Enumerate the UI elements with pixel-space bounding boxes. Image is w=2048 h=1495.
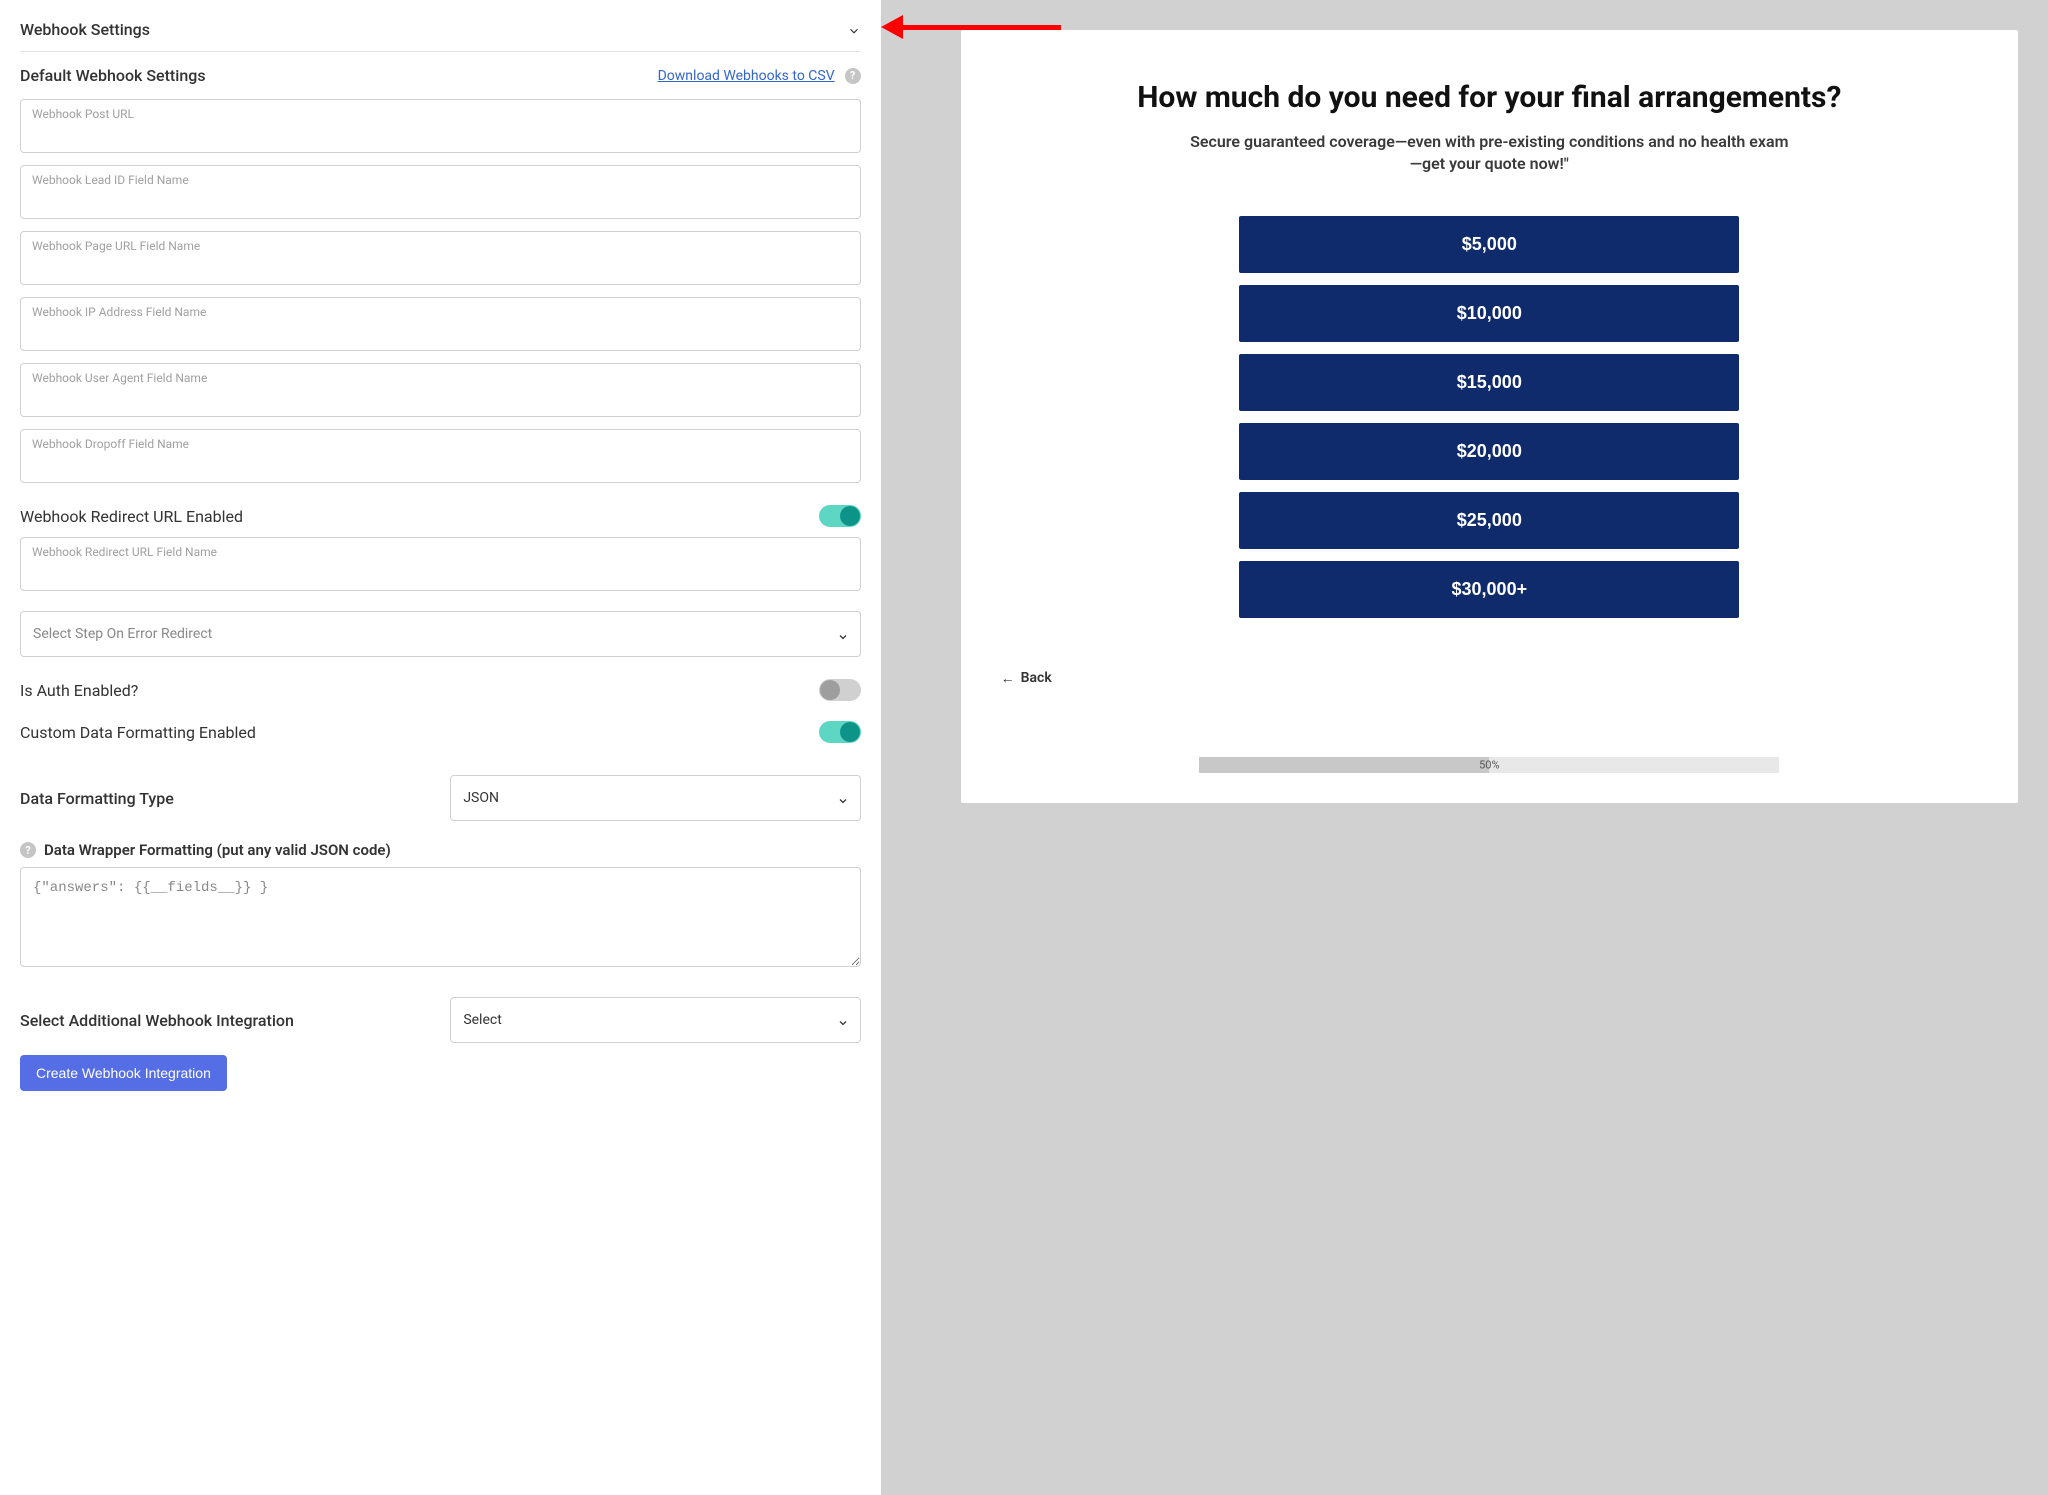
progress-fill	[1199, 757, 1489, 773]
ip-address-input[interactable]	[20, 297, 861, 351]
chevron-down-icon	[847, 23, 861, 37]
create-integration-button[interactable]: Create Webhook Integration	[20, 1055, 227, 1091]
toggle-knob-icon	[840, 722, 860, 742]
download-csv-link[interactable]: Download Webhooks to CSV	[658, 68, 835, 84]
user-agent-wrapper: Webhook User Agent Field Name	[20, 363, 861, 417]
dropoff-wrapper: Webhook Dropoff Field Name	[20, 429, 861, 483]
help-icon[interactable]: ?	[20, 842, 36, 858]
auth-enabled-row: Is Auth Enabled?	[20, 669, 861, 711]
default-webhook-label: Default Webhook Settings	[20, 66, 206, 85]
lead-id-wrapper: Webhook Lead ID Field Name	[20, 165, 861, 219]
additional-integration-label: Select Additional Webhook Integration	[20, 1011, 430, 1030]
webhook-accordion-title: Webhook Settings	[20, 20, 150, 39]
additional-integration-select[interactable]: Select	[450, 997, 860, 1043]
error-redirect-select[interactable]: Select Step On Error Redirect	[20, 611, 861, 657]
redirect-enabled-row: Webhook Redirect URL Enabled	[20, 495, 861, 537]
custom-formatting-toggle[interactable]	[819, 721, 861, 743]
back-label: Back	[1021, 670, 1052, 686]
lead-id-input[interactable]	[20, 165, 861, 219]
format-type-row: Data Formatting Type JSON	[20, 763, 861, 833]
additional-integration-wrapper: Select	[450, 997, 860, 1043]
preview-card: How much do you need for your final arra…	[961, 30, 2018, 803]
post-url-input[interactable]	[20, 99, 861, 153]
dropoff-input[interactable]	[20, 429, 861, 483]
webhook-accordion-header[interactable]: Webhook Settings	[20, 12, 861, 52]
preview-area: How much do you need for your final arra…	[881, 0, 2048, 1495]
progress-label: 50%	[1479, 758, 1499, 771]
post-url-wrapper: Webhook Post URL	[20, 99, 861, 153]
redirect-url-input[interactable]	[20, 537, 861, 591]
option-buttons-container: $5,000 $10,000 $15,000 $20,000 $25,000 $…	[1239, 216, 1739, 618]
option-button[interactable]: $20,000	[1239, 423, 1739, 480]
help-icon[interactable]: ?	[845, 68, 861, 84]
progress-bar: 50%	[1199, 757, 1779, 773]
preview-subtitle: Secure guaranteed coverage—even with pre…	[1189, 131, 1789, 176]
preview-title: How much do you need for your final arra…	[1001, 80, 1978, 115]
default-webhook-row: Default Webhook Settings Download Webhoo…	[20, 52, 861, 99]
option-button[interactable]: $5,000	[1239, 216, 1739, 273]
wrapper-format-textarea[interactable]	[20, 867, 861, 967]
toggle-knob-icon	[840, 506, 860, 526]
custom-formatting-label: Custom Data Formatting Enabled	[20, 723, 256, 742]
option-button[interactable]: $25,000	[1239, 492, 1739, 549]
back-button[interactable]: ← Back	[1001, 670, 1052, 687]
auth-enabled-toggle[interactable]	[819, 679, 861, 701]
custom-formatting-row: Custom Data Formatting Enabled	[20, 711, 861, 753]
wrapper-format-label: Data Wrapper Formatting (put any valid J…	[44, 841, 391, 859]
option-button[interactable]: $15,000	[1239, 354, 1739, 411]
page-url-wrapper: Webhook Page URL Field Name	[20, 231, 861, 285]
redirect-enabled-toggle[interactable]	[819, 505, 861, 527]
redirect-url-wrapper: Webhook Redirect URL Field Name	[20, 537, 861, 591]
option-button[interactable]: $10,000	[1239, 285, 1739, 342]
wrapper-format-header: ? Data Wrapper Formatting (put any valid…	[20, 833, 861, 867]
format-type-label: Data Formatting Type	[20, 789, 430, 808]
format-type-wrapper: JSON	[450, 775, 860, 821]
format-type-select[interactable]: JSON	[450, 775, 860, 821]
redirect-enabled-label: Webhook Redirect URL Enabled	[20, 507, 243, 526]
option-button[interactable]: $30,000+	[1239, 561, 1739, 618]
ip-address-wrapper: Webhook IP Address Field Name	[20, 297, 861, 351]
additional-integration-row: Select Additional Webhook Integration Se…	[20, 985, 861, 1055]
error-redirect-wrapper: Select Step On Error Redirect	[20, 611, 861, 657]
arrow-left-icon: ←	[1001, 670, 1015, 687]
settings-panel: Webhook Settings Default Webhook Setting…	[0, 0, 881, 1495]
page-url-input[interactable]	[20, 231, 861, 285]
auth-enabled-label: Is Auth Enabled?	[20, 681, 138, 700]
toggle-knob-icon	[820, 680, 840, 700]
user-agent-input[interactable]	[20, 363, 861, 417]
